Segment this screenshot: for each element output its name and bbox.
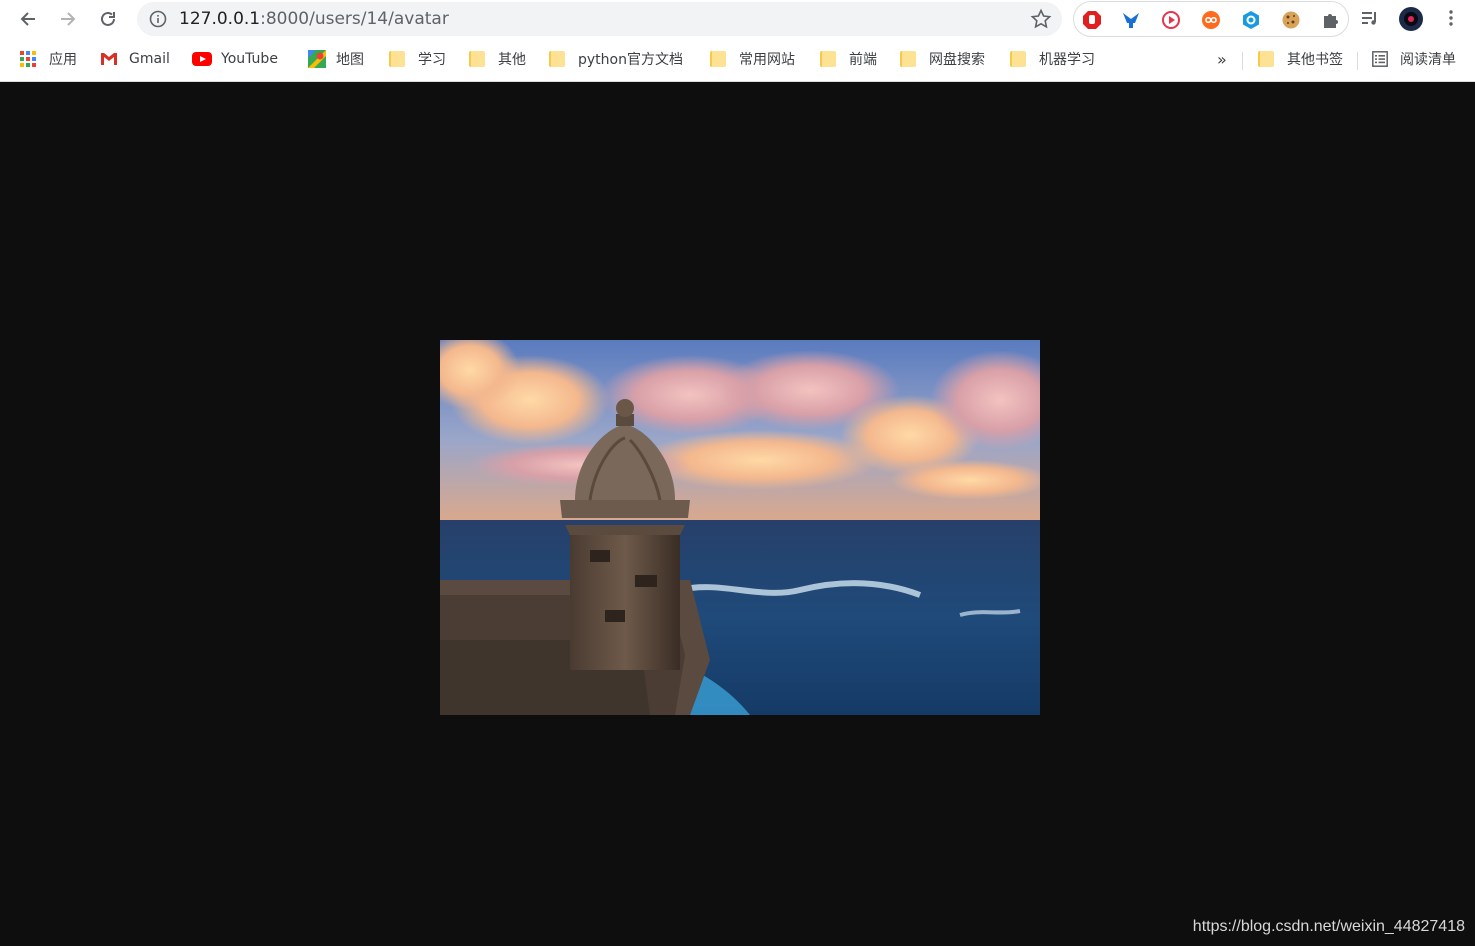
reload-button[interactable]: [93, 4, 123, 34]
browser-chrome: 127.0.0.1:8000/users/14/avatar 应用 Gmail …: [0, 0, 1475, 82]
adblock-icon[interactable]: [1082, 10, 1102, 30]
watermark-text: https://blog.csdn.net/weixin_44827418: [1192, 918, 1465, 935]
bookmark-label: 其他: [498, 52, 526, 68]
bookmarks-divider: [1242, 52, 1243, 70]
bookmark-label: 应用: [49, 52, 77, 68]
bookmark-apps[interactable]: 应用: [20, 48, 77, 70]
extensions-area: [1073, 1, 1349, 37]
folder-icon: [820, 51, 836, 67]
bookmark-youtube[interactable]: YouTube: [192, 48, 278, 70]
bookmark-label: YouTube: [221, 51, 278, 67]
page-viewport: https://blog.csdn.net/weixin_44827418: [0, 82, 1475, 946]
bookmark-label: python官方文档: [578, 52, 683, 68]
bookmarks-overflow-button[interactable]: »: [1217, 48, 1227, 70]
reload-icon: [101, 11, 115, 26]
bookmark-label: 学习: [418, 52, 446, 68]
avatar-image: [440, 340, 1040, 715]
bookmark-gmail[interactable]: Gmail: [100, 48, 170, 70]
folder-icon: [710, 51, 726, 67]
info-icon[interactable]: [149, 10, 167, 28]
profile-avatar[interactable]: [1398, 6, 1424, 32]
reading-list-label: 阅读清单: [1400, 52, 1456, 68]
bookmark-folder[interactable]: 其他: [469, 48, 526, 70]
infinity-icon[interactable]: [1201, 10, 1221, 30]
maps-icon: [308, 50, 326, 68]
bookmark-folder[interactable]: 机器学习: [1010, 48, 1095, 70]
bookmarks-divider: [1357, 52, 1358, 70]
gmail-icon: [101, 53, 117, 65]
kebab-menu-icon[interactable]: [1441, 8, 1461, 28]
bookmark-folder[interactable]: 常用网站: [710, 48, 795, 70]
address-bar[interactable]: 127.0.0.1:8000/users/14/avatar: [137, 2, 1062, 36]
bookmarks-bar: 应用 Gmail YouTube 地图 学习 其他 python官方文档 常用网…: [0, 44, 1475, 74]
overflow-chevron-icon: »: [1217, 49, 1227, 69]
forward-button[interactable]: [53, 4, 83, 34]
folder-icon: [900, 51, 916, 67]
folder-icon: [549, 51, 565, 67]
bookmark-folder[interactable]: 学习: [389, 48, 446, 70]
apps-grid-icon: [20, 51, 36, 67]
avatar-photo: [440, 340, 1040, 715]
url-path: :8000/users/14/avatar: [260, 9, 449, 29]
bookmark-label: 前端: [849, 52, 877, 68]
reading-list-icon: [1372, 51, 1388, 67]
bookmark-maps[interactable]: 地图: [308, 48, 364, 70]
folder-icon: [469, 51, 485, 67]
bookmark-label: 机器学习: [1039, 52, 1095, 68]
star-icon[interactable]: [1030, 8, 1052, 30]
bookmark-label: 网盘搜索: [929, 52, 985, 68]
url-host: 127.0.0.1: [179, 9, 261, 29]
hex-icon[interactable]: [1241, 10, 1261, 30]
bookmark-label: 常用网站: [739, 52, 795, 68]
reading-list-button[interactable]: 阅读清单: [1372, 48, 1456, 70]
other-bookmarks-label: 其他书签: [1287, 52, 1343, 68]
bookmark-folder[interactable]: 前端: [820, 48, 877, 70]
record-icon[interactable]: [1161, 10, 1181, 30]
arrow-left-icon: [20, 12, 35, 26]
arrow-right-icon: [61, 12, 76, 26]
back-button[interactable]: [13, 4, 43, 34]
folder-icon: [1010, 51, 1026, 67]
bookmark-label: 地图: [336, 52, 364, 68]
cookie-icon[interactable]: [1281, 10, 1301, 30]
url-text[interactable]: 127.0.0.1:8000/users/14/avatar: [179, 8, 449, 30]
bookmark-folder[interactable]: python官方文档: [549, 48, 683, 70]
other-bookmarks-folder[interactable]: 其他书签: [1258, 48, 1343, 70]
vpn-icon[interactable]: [1121, 10, 1141, 30]
folder-icon: [1258, 51, 1274, 67]
puzzle-icon[interactable]: [1321, 10, 1341, 30]
bookmark-label: Gmail: [129, 51, 170, 67]
browser-toolbar: 127.0.0.1:8000/users/14/avatar: [0, 0, 1475, 38]
youtube-icon: [192, 52, 212, 66]
folder-icon: [389, 51, 405, 67]
media-icon[interactable]: [1360, 8, 1380, 28]
bookmark-folder[interactable]: 网盘搜索: [900, 48, 985, 70]
